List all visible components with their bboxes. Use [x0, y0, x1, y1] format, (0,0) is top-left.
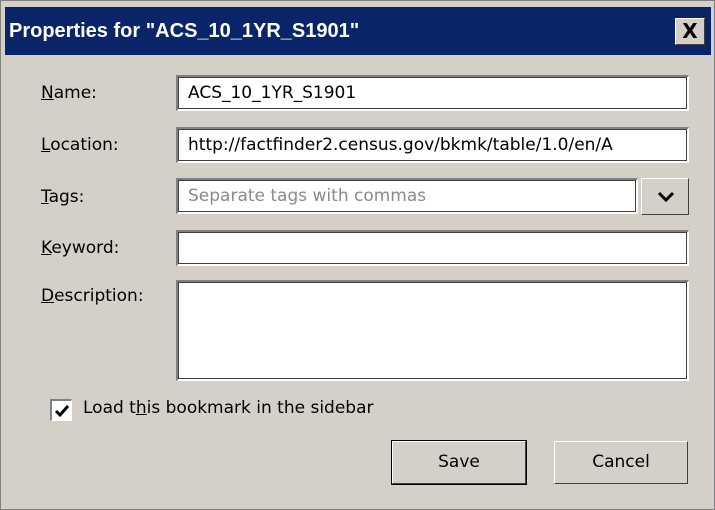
- name-field-value: ACS_10_1YR_S1901: [188, 83, 357, 103]
- tags-placeholder: Separate tags with commas: [188, 186, 427, 206]
- tags-field[interactable]: Separate tags with commas: [176, 178, 638, 214]
- close-icon: X: [682, 19, 698, 43]
- sidebar-checkbox-label[interactable]: Load this bookmark in the sidebar: [83, 398, 374, 418]
- keyword-field[interactable]: [176, 230, 689, 266]
- properties-dialog: Properties for "ACS_10_1YR_S1901" X Name…: [0, 0, 715, 510]
- tags-dropdown-button[interactable]: [641, 178, 689, 215]
- window-title: Properties for "ACS_10_1YR_S1901": [9, 20, 360, 42]
- close-button[interactable]: X: [675, 18, 705, 45]
- location-field[interactable]: http://factfinder2.census.gov/bkmk/table…: [176, 127, 689, 163]
- title-bar[interactable]: Properties for "ACS_10_1YR_S1901" X: [5, 7, 711, 55]
- sidebar-checkbox[interactable]: [50, 399, 72, 421]
- tags-label: Tags:: [41, 187, 85, 207]
- save-button[interactable]: Save: [391, 440, 527, 485]
- name-field[interactable]: ACS_10_1YR_S1901: [176, 75, 689, 111]
- description-label: Description:: [41, 286, 144, 306]
- description-textarea[interactable]: [176, 280, 689, 381]
- chevron-down-icon: [658, 191, 674, 203]
- keyword-label: Keyword:: [41, 238, 120, 258]
- location-field-value: http://factfinder2.census.gov/bkmk/table…: [188, 135, 613, 155]
- name-label: Name:: [41, 83, 97, 103]
- location-label: Location:: [41, 135, 119, 155]
- cancel-button[interactable]: Cancel: [554, 441, 688, 484]
- checkmark-icon: [54, 405, 70, 418]
